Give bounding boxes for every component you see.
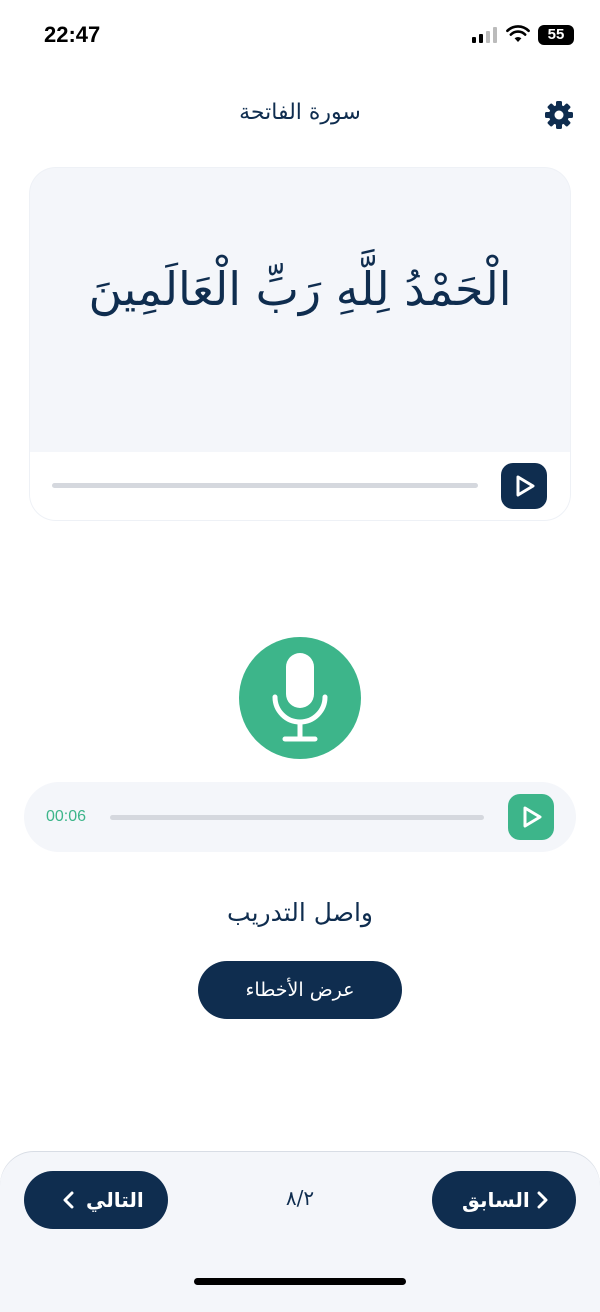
next-label: التالي [86,1188,144,1212]
bottom-navigation: التالي ٨/٢ السابق [0,1152,600,1312]
verse-audio-player [30,452,570,520]
play-icon [516,475,535,497]
chevron-right-icon [537,1191,548,1209]
wifi-icon [506,25,530,42]
previous-button[interactable]: السابق [432,1171,576,1229]
home-indicator[interactable] [194,1278,406,1285]
show-errors-button[interactable]: عرض الأخطاء [198,961,402,1019]
feedback-message: واصل التدريب [227,898,373,927]
verse-audio-progress[interactable] [52,483,478,488]
play-icon [523,806,542,828]
recording-player: 00:06 [24,782,576,852]
chevron-left-icon [63,1191,74,1209]
record-button[interactable] [239,637,361,759]
gear-icon[interactable] [543,99,575,131]
verse-play-button[interactable] [501,463,547,509]
microphone-icon [272,653,328,742]
battery-indicator: 55 [538,25,574,45]
next-button[interactable]: التالي [24,1171,168,1229]
page-indicator: ٨/٢ [285,1186,315,1210]
page-title: سورة الفاتحة [239,100,361,125]
status-time: 22:47 [44,22,101,47]
previous-label: السابق [462,1188,530,1212]
recording-duration: 00:06 [46,808,87,825]
recording-play-button[interactable] [508,794,554,840]
cellular-signal-icon [472,27,498,43]
verse-text: الْحَمْدُ لِلَّهِ رَبِّ الْعَالَمِينَ [88,262,512,316]
recording-progress[interactable] [110,815,484,820]
verse-card: الْحَمْدُ لِلَّهِ رَبِّ الْعَالَمِينَ [30,168,570,520]
